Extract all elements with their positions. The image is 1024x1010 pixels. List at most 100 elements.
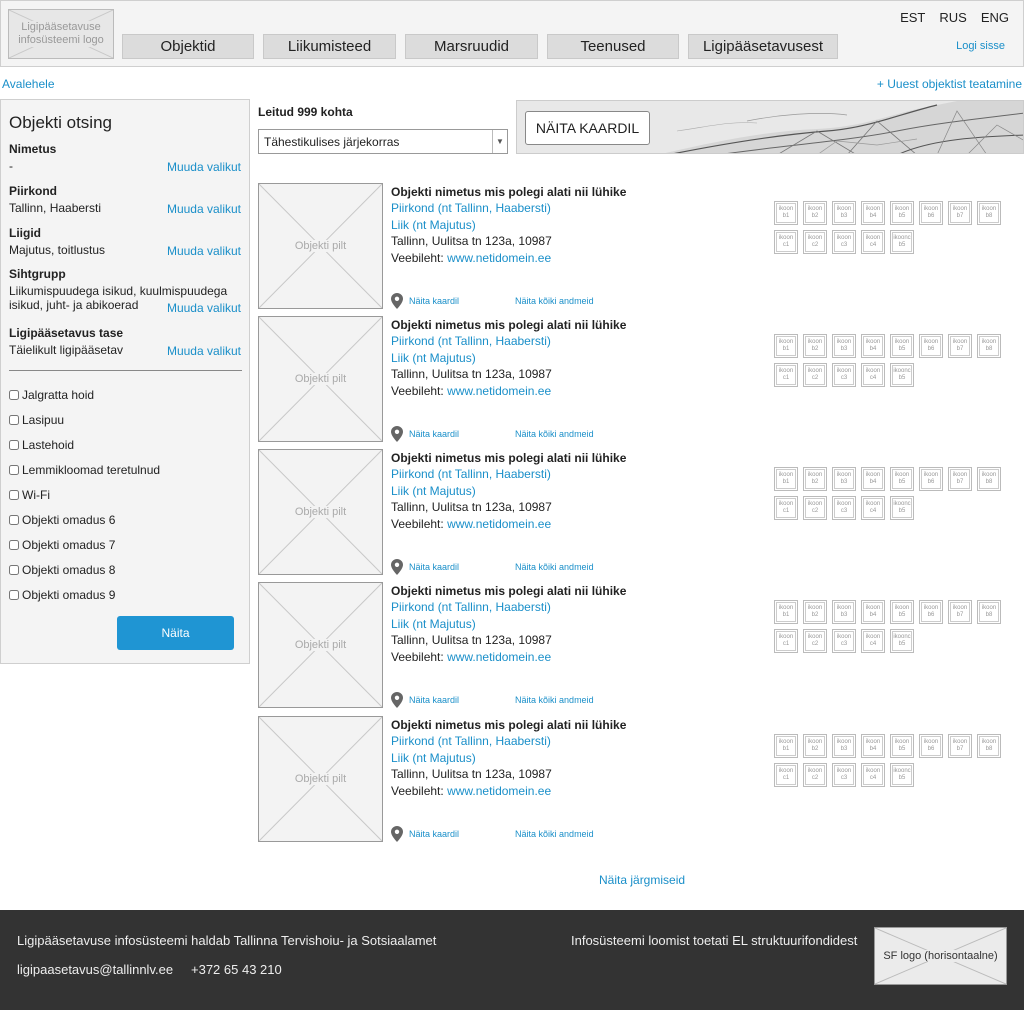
show-all-data-link[interactable]: Näita kõiki andmeid xyxy=(515,429,594,439)
accessibility-icon[interactable]: ikoon b4 xyxy=(861,334,885,358)
accessibility-icon[interactable]: ikoon b8 xyxy=(977,467,1001,491)
accessibility-icon[interactable]: ikoon b7 xyxy=(948,734,972,758)
result-title[interactable]: Objekti nimetus mis polegi alati nii lüh… xyxy=(391,584,626,598)
accessibility-icon[interactable]: ikoon b8 xyxy=(977,334,1001,358)
accessibility-icon[interactable]: ikoon b1 xyxy=(774,734,798,758)
accessibility-icon[interactable]: ikoon c3 xyxy=(832,230,856,254)
accessibility-icon[interactable]: ikoon c1 xyxy=(774,363,798,387)
nav-item-objektid[interactable]: Objektid xyxy=(122,34,254,59)
chevron-down-icon[interactable]: ▼ xyxy=(492,130,507,153)
show-on-map-link[interactable]: Näita kaardil xyxy=(409,429,459,439)
result-type-link[interactable]: Liik (nt Majutus) xyxy=(391,751,476,765)
checkbox-input[interactable] xyxy=(9,565,19,575)
result-region-link[interactable]: Piirkond (nt Tallinn, Haabersti) xyxy=(391,467,551,481)
result-region-link[interactable]: Piirkond (nt Tallinn, Haabersti) xyxy=(391,734,551,748)
show-all-data-link[interactable]: Näita kõiki andmeid xyxy=(515,296,594,306)
checkbox-input[interactable] xyxy=(9,590,19,600)
show-on-map-link[interactable]: Näita kaardil xyxy=(409,296,459,306)
accessibility-icon[interactable]: ikoon c3 xyxy=(832,363,856,387)
result-region-link[interactable]: Piirkond (nt Tallinn, Haabersti) xyxy=(391,201,551,215)
checkbox-input[interactable] xyxy=(9,415,19,425)
checkbox-input[interactable] xyxy=(9,515,19,525)
accessibility-icon[interactable]: ikoon c1 xyxy=(774,496,798,520)
accessibility-icon[interactable]: ikoonc b5 xyxy=(890,629,914,653)
checkbox-input[interactable] xyxy=(9,465,19,475)
accessibility-icon[interactable]: ikoon c2 xyxy=(803,496,827,520)
accessibility-icon[interactable]: ikoon b7 xyxy=(948,467,972,491)
accessibility-icon[interactable]: ikoon b6 xyxy=(919,734,943,758)
accessibility-icon[interactable]: ikoon c4 xyxy=(861,763,885,787)
result-title[interactable]: Objekti nimetus mis polegi alati nii lüh… xyxy=(391,185,626,199)
result-type-link[interactable]: Liik (nt Majutus) xyxy=(391,484,476,498)
accessibility-icon[interactable]: ikoon b7 xyxy=(948,334,972,358)
accessibility-icon[interactable]: ikoon c1 xyxy=(774,629,798,653)
checkbox-lastehoid[interactable]: Lastehoid xyxy=(9,438,74,452)
accessibility-icon[interactable]: ikoon c2 xyxy=(803,763,827,787)
accessibility-icon[interactable]: ikoon b3 xyxy=(832,201,856,225)
result-type-link[interactable]: Liik (nt Majutus) xyxy=(391,617,476,631)
accessibility-icon[interactable]: ikoon b3 xyxy=(832,600,856,624)
accessibility-icon[interactable]: ikoonc b5 xyxy=(890,363,914,387)
checkbox-input[interactable] xyxy=(9,440,19,450)
checkbox-input[interactable] xyxy=(9,390,19,400)
accessibility-icon[interactable]: ikoon b3 xyxy=(832,467,856,491)
accessibility-icon[interactable]: ikoon b2 xyxy=(803,734,827,758)
checkbox-omadus-6[interactable]: Objekti omadus 6 xyxy=(9,513,115,527)
accessibility-icon[interactable]: ikoon b5 xyxy=(890,734,914,758)
nav-item-marsruudid[interactable]: Marsruudid xyxy=(405,34,538,59)
show-all-data-link[interactable]: Näita kõiki andmeid xyxy=(515,562,594,572)
accessibility-icon[interactable]: ikoon b6 xyxy=(919,334,943,358)
accessibility-icon[interactable]: ikoon b5 xyxy=(890,467,914,491)
sort-select[interactable]: Tähestikulises järjekorras ▼ xyxy=(258,129,508,154)
accessibility-icon[interactable]: ikoon c3 xyxy=(832,629,856,653)
result-type-link[interactable]: Liik (nt Majutus) xyxy=(391,218,476,232)
accessibility-icon[interactable]: ikoon b3 xyxy=(832,334,856,358)
lang-eng[interactable]: ENG xyxy=(981,10,1009,25)
show-next-link[interactable]: Näita järgmiseid xyxy=(599,873,685,887)
accessibility-icon[interactable]: ikoon b2 xyxy=(803,334,827,358)
checkbox-lasipuu[interactable]: Lasipuu xyxy=(9,413,64,427)
accessibility-icon[interactable]: ikoon b5 xyxy=(890,600,914,624)
accessibility-icon[interactable]: ikoon b1 xyxy=(774,600,798,624)
accessibility-icon[interactable]: ikoon b7 xyxy=(948,600,972,624)
change-selection-link[interactable]: Muuda valikut xyxy=(167,301,241,315)
result-title[interactable]: Objekti nimetus mis polegi alati nii lüh… xyxy=(391,718,626,732)
result-image[interactable]: Objekti pilt xyxy=(258,449,383,575)
result-title[interactable]: Objekti nimetus mis polegi alati nii lüh… xyxy=(391,451,626,465)
accessibility-icon[interactable]: ikoon c1 xyxy=(774,763,798,787)
checkbox-omadus-9[interactable]: Objekti omadus 9 xyxy=(9,588,115,602)
accessibility-icon[interactable]: ikoon c4 xyxy=(861,363,885,387)
accessibility-icon[interactable]: ikoon c2 xyxy=(803,230,827,254)
show-on-map-link[interactable]: Näita kaardil xyxy=(409,829,459,839)
accessibility-icon[interactable]: ikoonc b5 xyxy=(890,496,914,520)
accessibility-icon[interactable]: ikoon b1 xyxy=(774,201,798,225)
accessibility-icon[interactable]: ikoon c2 xyxy=(803,363,827,387)
website-link[interactable]: www.netidomein.ee xyxy=(447,517,551,531)
breadcrumb-home[interactable]: Avalehele xyxy=(2,77,55,91)
accessibility-icon[interactable]: ikoon b2 xyxy=(803,467,827,491)
accessibility-icon[interactable]: ikoon b2 xyxy=(803,600,827,624)
accessibility-icon[interactable]: ikoon c4 xyxy=(861,629,885,653)
checkbox-input[interactable] xyxy=(9,490,19,500)
search-submit-button[interactable]: Näita xyxy=(117,616,234,650)
accessibility-icon[interactable]: ikoon c3 xyxy=(832,496,856,520)
website-link[interactable]: www.netidomein.ee xyxy=(447,650,551,664)
accessibility-icon[interactable]: ikoon b6 xyxy=(919,201,943,225)
accessibility-icon[interactable]: ikoon b4 xyxy=(861,734,885,758)
report-new-object-link[interactable]: + Uuest objektist teatamine xyxy=(877,77,1022,91)
change-selection-link[interactable]: Muuda valikut xyxy=(167,244,241,258)
change-selection-link[interactable]: Muuda valikut xyxy=(167,344,241,358)
accessibility-icon[interactable]: ikoon b6 xyxy=(919,467,943,491)
website-link[interactable]: www.netidomein.ee xyxy=(447,251,551,265)
nav-item-ligipaasetavusest[interactable]: Ligipääsetavusest xyxy=(688,34,838,59)
lang-rus[interactable]: RUS xyxy=(939,10,966,25)
accessibility-icon[interactable]: ikoonc b5 xyxy=(890,230,914,254)
result-region-link[interactable]: Piirkond (nt Tallinn, Haabersti) xyxy=(391,600,551,614)
accessibility-icon[interactable]: ikoon b8 xyxy=(977,201,1001,225)
accessibility-icon[interactable]: ikoon c3 xyxy=(832,763,856,787)
accessibility-icon[interactable]: ikoonc b5 xyxy=(890,763,914,787)
accessibility-icon[interactable]: ikoon b4 xyxy=(861,467,885,491)
accessibility-icon[interactable]: ikoon c2 xyxy=(803,629,827,653)
show-all-data-link[interactable]: Näita kõiki andmeid xyxy=(515,829,594,839)
checkbox-wifi[interactable]: Wi-Fi xyxy=(9,488,50,502)
